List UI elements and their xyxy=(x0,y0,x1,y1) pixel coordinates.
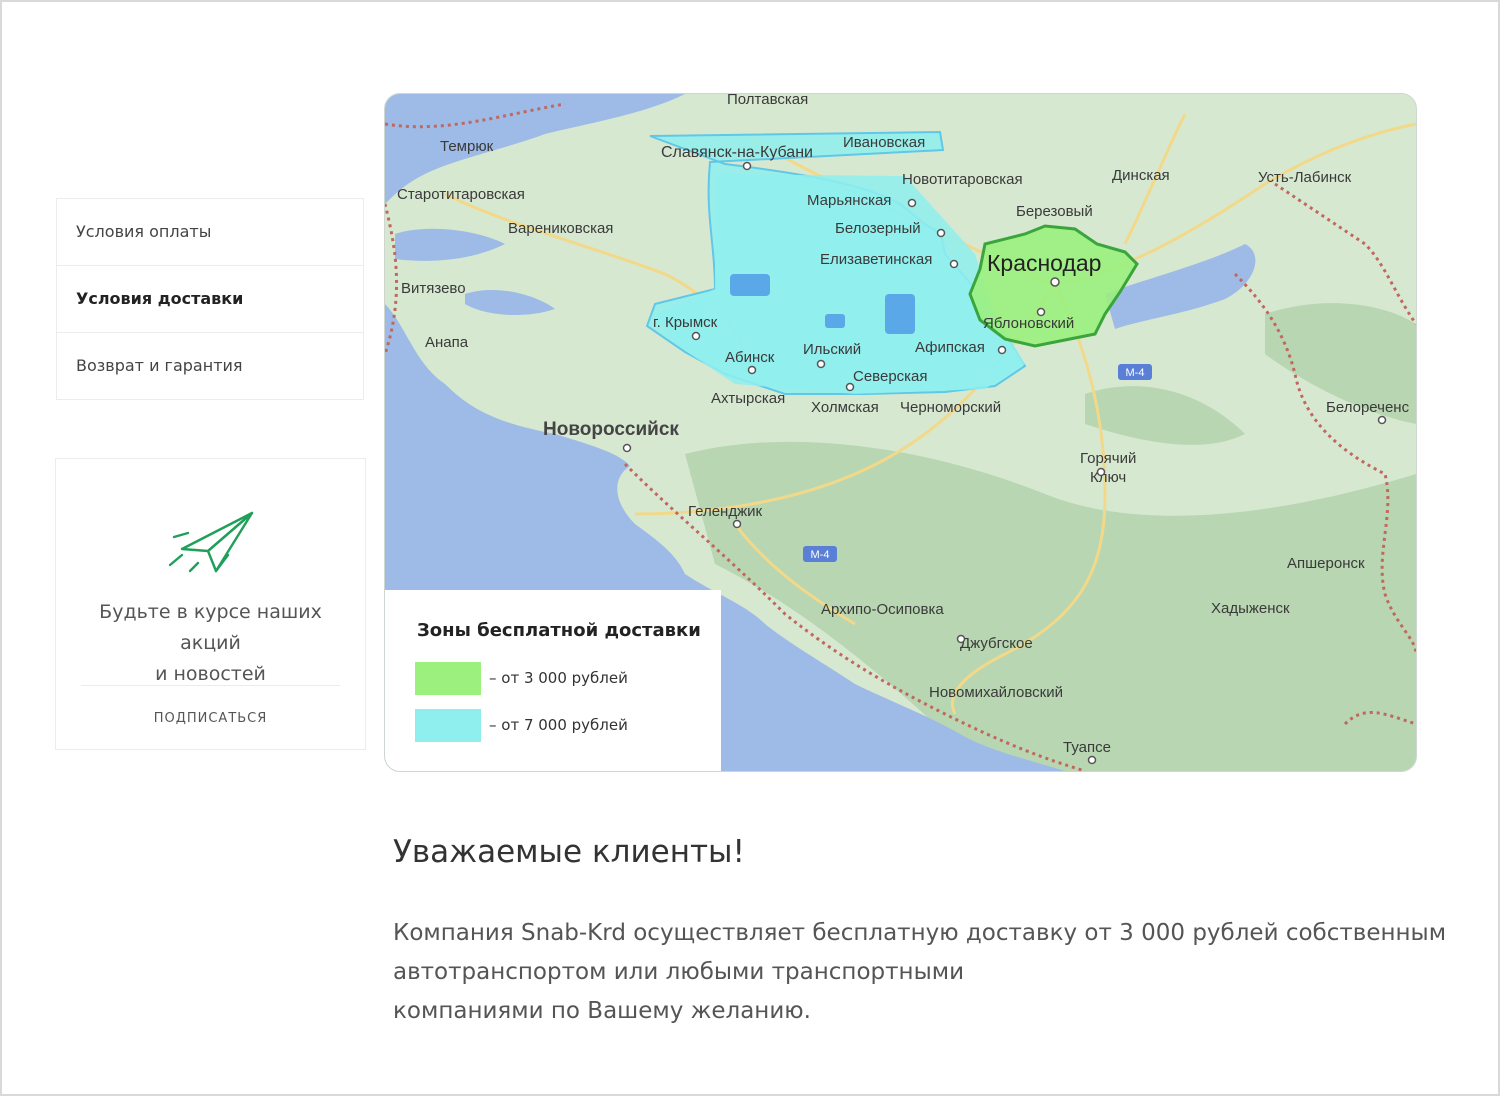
svg-text:М-4: М-4 xyxy=(811,549,830,561)
city-arkhipo: Архипо-Осиповка xyxy=(821,601,944,618)
city-tuapse: Туапсе xyxy=(1063,739,1111,756)
para-line2: автотранспортом или любыми транспортными xyxy=(393,959,965,985)
city-abinsk: Абинск xyxy=(725,349,775,366)
city-anapa: Анапа xyxy=(425,334,469,351)
city-ust-labinsk: Усть-Лабинск xyxy=(1258,169,1352,186)
city-severskaya: Северская xyxy=(853,368,928,385)
city-kholmskaya: Холмская xyxy=(811,399,879,416)
paper-plane-icon xyxy=(168,511,254,573)
city-krymsk: г. Крымск xyxy=(653,314,718,331)
city-temryuk: Темрюк xyxy=(440,138,494,155)
city-belorechensk: Белореченс xyxy=(1326,399,1410,416)
city-dzhubga: Джубгское xyxy=(960,635,1033,652)
delivery-paragraph: Компания Snab-Krd осуществляет бесплатну… xyxy=(393,914,1447,1031)
city-krasnodar: Краснодар xyxy=(987,250,1101,276)
city-marianskaya: Марьянская xyxy=(807,192,891,209)
city-gelendzhik: Геленджик xyxy=(688,503,763,520)
city-chernomorsky: Черноморский xyxy=(900,399,1001,416)
legend-label-3000: – от 3 000 рублей xyxy=(489,669,628,687)
legend-title: Зоны бесплатной доставки xyxy=(417,620,701,641)
city-goryachy-klyuch-2: Ключ xyxy=(1090,469,1126,486)
city-khadyzhensk: Хадыженск xyxy=(1211,600,1290,617)
city-novotitarovskaya: Новотитаровская xyxy=(902,171,1023,188)
para-line3: компаниями по Вашему желанию. xyxy=(393,998,811,1024)
subscribe-text-line1: Будьте в курсе наших акций xyxy=(99,601,322,654)
city-yablonovsky: Яблоновский xyxy=(983,315,1074,332)
city-afipskaya: Афипская xyxy=(915,339,985,356)
map-legend: Зоны бесплатной доставки – от 3 000 рубл… xyxy=(385,590,721,771)
sidebar-menu: Условия оплаты Условия доставки Возврат … xyxy=(56,198,364,400)
city-apsheronsk: Апшеронск xyxy=(1287,555,1365,572)
subscribe-button[interactable]: ПОДПИСАТЬСЯ xyxy=(56,711,365,726)
subscribe-card: Будьте в курсе наших акций и новостей ПО… xyxy=(55,458,366,750)
city-varenikovskaya: Варениковская xyxy=(508,220,613,237)
city-goryachy-klyuch-1: Горячий xyxy=(1080,450,1136,467)
city-novomikhailovsky: Новомихайловский xyxy=(929,684,1063,701)
city-berezovy: Березовый xyxy=(1016,203,1093,220)
svg-text:М-4: М-4 xyxy=(1126,367,1145,379)
city-akhtyrskaya: Ахтырская xyxy=(711,390,785,407)
city-belozerny: Белозерный xyxy=(835,220,921,237)
highway-badge-2: М-4 xyxy=(803,546,837,562)
city-ilsky: Ильский xyxy=(803,341,861,358)
sidebar-item-payment[interactable]: Условия оплаты xyxy=(57,199,363,266)
city-poltavskaya: Полтавская xyxy=(727,94,808,108)
highway-badge-1: М-4 xyxy=(1118,364,1152,380)
city-slavyansk: Славянск-на-Кубани xyxy=(661,144,813,161)
para-line1: Компания Snab-Krd осуществляет бесплатну… xyxy=(393,920,1447,946)
sidebar-item-returns[interactable]: Возврат и гарантия xyxy=(57,333,363,399)
city-dinskaya: Динская xyxy=(1112,167,1170,184)
subscribe-text: Будьте в курсе наших акций и новостей xyxy=(56,597,365,690)
legend-swatch-green xyxy=(415,662,481,695)
page-heading: Уважаемые клиенты! xyxy=(393,834,745,870)
city-ivanovskaya: Ивановская xyxy=(843,134,925,151)
city-novorossiysk: Новороссийск xyxy=(543,419,679,440)
legend-swatch-cyan xyxy=(415,709,481,742)
city-starotitarovskaya: Старотитаровская xyxy=(397,186,525,203)
delivery-map: М-4 М-4 Полтавская Темрюк Славянск-на-Ку… xyxy=(384,93,1417,772)
subscribe-divider xyxy=(81,685,340,686)
city-elizavetinskaya: Елизаветинская xyxy=(820,251,932,268)
city-vityazevo: Витязево xyxy=(401,280,466,297)
sidebar-item-delivery[interactable]: Условия доставки xyxy=(57,266,363,333)
legend-label-7000: – от 7 000 рублей xyxy=(489,716,628,734)
